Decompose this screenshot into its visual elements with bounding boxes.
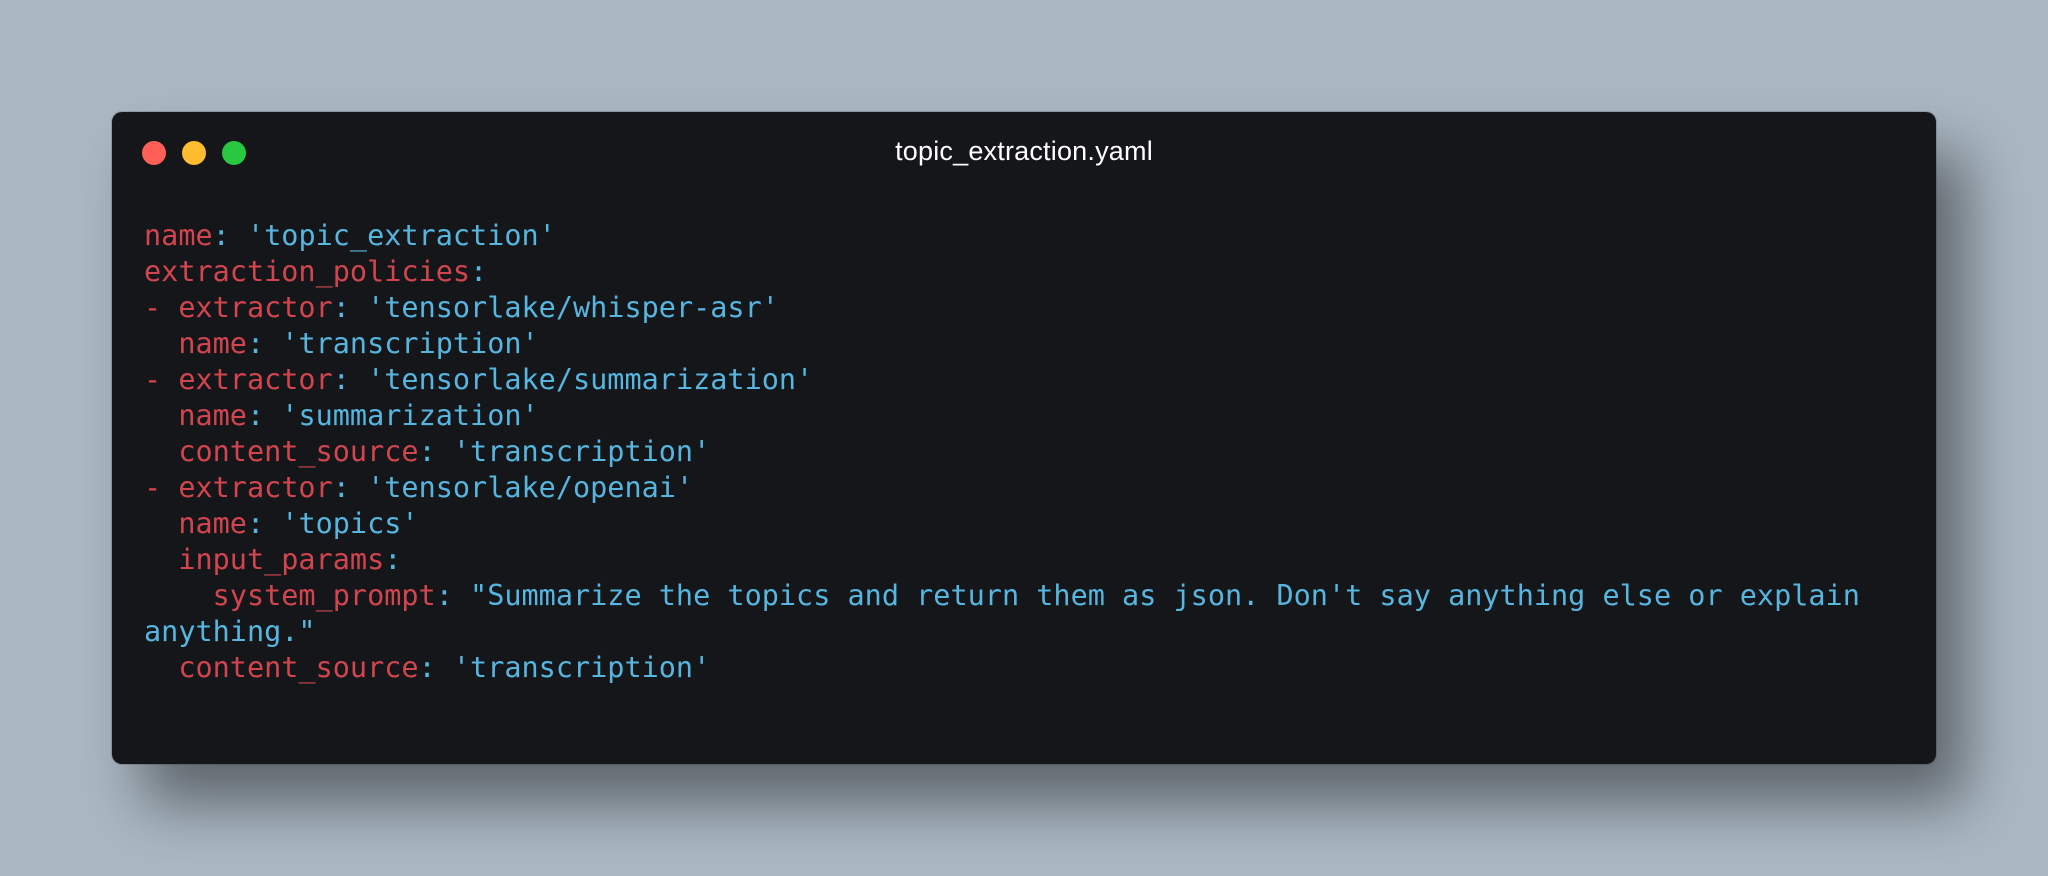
yaml-key: system_prompt: [212, 579, 436, 612]
code-line: name: 'topic_extraction': [144, 218, 1904, 254]
yaml-separator: :: [332, 291, 368, 324]
title-bar: topic_extraction.yaml: [112, 112, 1936, 194]
list-dash: -: [144, 291, 179, 324]
yaml-key: name: [178, 327, 247, 360]
yaml-value: 'tensorlake/whisper-asr': [367, 291, 779, 324]
window-title: topic_extraction.yaml: [895, 136, 1153, 166]
yaml-value: 'summarization': [281, 399, 539, 432]
yaml-separator: :: [246, 507, 282, 540]
code-line: system_prompt: "Summarize the topics and…: [144, 578, 1904, 650]
yaml-separator: :: [332, 363, 368, 396]
yaml-key: input_params: [178, 543, 385, 576]
yaml-separator: :: [418, 651, 453, 684]
yaml-key: content_source: [178, 435, 419, 468]
yaml-key: name: [178, 399, 247, 432]
code-line: content_source: 'transcription': [144, 434, 1904, 470]
yaml-separator: :: [212, 219, 247, 252]
yaml-value: 'tensorlake/summarization': [367, 363, 814, 396]
yaml-separator: :: [332, 471, 368, 504]
code-line: - extractor: 'tensorlake/summarization': [144, 362, 1904, 398]
list-dash: -: [144, 471, 179, 504]
code-block: name: 'topic_extraction' extraction_polic…: [144, 218, 1904, 686]
yaml-separator: :: [470, 255, 488, 288]
code-line: - extractor: 'tensorlake/openai': [144, 470, 1904, 506]
yaml-value: 'transcription': [452, 651, 711, 684]
code-line: name: 'summarization': [144, 398, 1904, 434]
yaml-key: name: [144, 219, 213, 252]
code-window: topic_extraction.yaml name: 'topic_extra…: [112, 112, 1936, 764]
yaml-key: extraction_policies: [144, 255, 471, 288]
code-line: content_source: 'transcription': [144, 650, 1904, 686]
yaml-separator: :: [418, 435, 453, 468]
yaml-value: 'tensorlake/openai': [367, 471, 694, 504]
yaml-separator: :: [384, 543, 402, 576]
code-line: name: 'topics': [144, 506, 1904, 542]
yaml-key: extractor: [178, 363, 333, 396]
code-line: name: 'transcription': [144, 326, 1904, 362]
yaml-value: 'transcription': [281, 327, 539, 360]
code-line: input_params:: [144, 542, 1904, 578]
yaml-separator: :: [246, 399, 282, 432]
yaml-value: 'transcription': [452, 435, 711, 468]
yaml-key: content_source: [178, 651, 419, 684]
yaml-key: extractor: [178, 291, 333, 324]
list-dash: -: [144, 363, 179, 396]
code-line: - extractor: 'tensorlake/whisper-asr': [144, 290, 1904, 326]
yaml-separator: :: [435, 579, 471, 612]
yaml-separator: :: [246, 327, 282, 360]
yaml-key: name: [178, 507, 247, 540]
yaml-value: 'topics': [281, 507, 419, 540]
yaml-key: extractor: [178, 471, 333, 504]
code-line: extraction_policies:: [144, 254, 1904, 290]
yaml-value: 'topic_extraction': [246, 219, 556, 252]
